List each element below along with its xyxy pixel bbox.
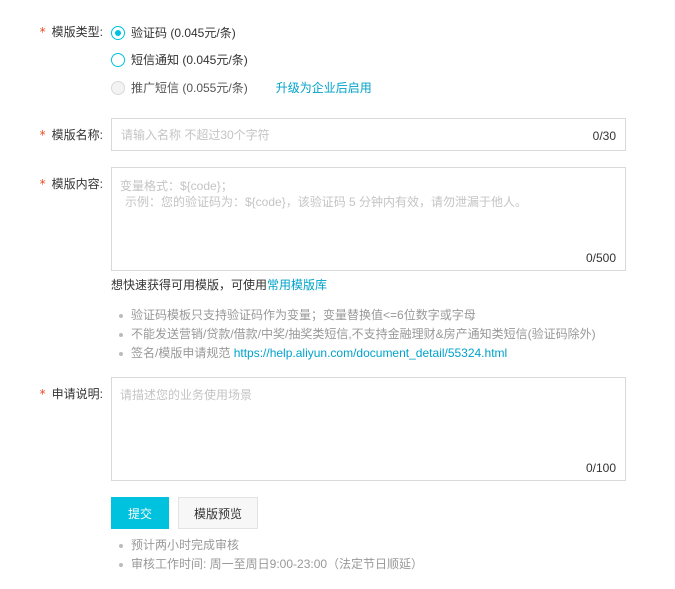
required-star: * xyxy=(39,177,46,191)
note-item-spec: 签名/模版申请规范 https://help.aliyun.com/docume… xyxy=(119,344,596,363)
radio-disabled-icon xyxy=(111,81,125,95)
preview-button[interactable]: 模版预览 xyxy=(178,497,258,529)
template-content-label-text: 模版内容: xyxy=(51,177,103,191)
note-item: 验证码模板只支持验证码作为变量；变量替换值<=6位数字或字母 xyxy=(119,306,596,325)
required-star: * xyxy=(39,387,46,401)
review-notes: 预计两小时完成审核 审核工作时间: 周一至周日9:00-23:00（法定节日顺延… xyxy=(119,536,423,574)
template-type-label-text: 模版类型: xyxy=(51,25,103,39)
template-name-label: * 模版名称: xyxy=(0,127,103,143)
note-item: 审核工作时间: 周一至周日9:00-23:00（法定节日顺延） xyxy=(119,555,423,574)
required-star: * xyxy=(39,128,46,142)
template-content-placeholder-line2: 示例：您的验证码为：${code}，该验证码 5 分钟内有效，请勿泄漏于他人。 xyxy=(125,195,528,209)
application-note-placeholder: 请描述您的业务使用场景 xyxy=(120,388,253,402)
template-content-label: * 模版内容: xyxy=(0,176,103,192)
template-content-notes: 验证码模板只支持验证码作为变量；变量替换值<=6位数字或字母 不能发送营销/贷款… xyxy=(119,306,596,363)
upgrade-link[interactable]: 升级为企业后启用 xyxy=(276,79,372,97)
template-name-label-text: 模版名称: xyxy=(51,128,103,142)
note-item: 预计两小时完成审核 xyxy=(119,536,423,555)
hint-text: 想快速获得可用模版，可使用 xyxy=(111,278,268,292)
application-note-counter: 0/100 xyxy=(585,461,616,475)
template-type-label: * 模版类型: xyxy=(0,24,103,40)
application-note-textarea[interactable]: 请描述您的业务使用场景 0/100 xyxy=(111,377,626,481)
radio-label: 推广短信 (0.055元/条) xyxy=(131,81,248,95)
application-note-label-text: 申请说明: xyxy=(51,387,103,401)
required-star: * xyxy=(39,25,46,39)
note-item: 不能发送营销/贷款/借款/中奖/抽奖类短信,不支持金融理财&房产通知类短信(验证… xyxy=(119,325,596,344)
spec-link[interactable]: https://help.aliyun.com/document_detail/… xyxy=(234,346,508,360)
radio-sms-notification[interactable]: 短信通知 (0.045元/条) xyxy=(111,51,248,69)
radio-unchecked-icon[interactable] xyxy=(111,53,125,67)
radio-verification-code[interactable]: 验证码 (0.045元/条) xyxy=(111,24,236,42)
template-library-link[interactable]: 常用模版库 xyxy=(267,278,327,292)
template-library-hint: 想快速获得可用模版，可使用常用模版库 xyxy=(111,277,327,293)
template-content-counter: 0/500 xyxy=(585,251,616,265)
radio-label: 短信通知 (0.045元/条) xyxy=(131,53,248,67)
radio-checked-icon[interactable] xyxy=(111,26,125,40)
template-name-placeholder: 请输入名称 不超过30个字符 xyxy=(121,128,270,142)
radio-promotional-sms: 推广短信 (0.055元/条) 升级为企业后启用 xyxy=(111,79,372,97)
template-content-textarea[interactable]: 变量格式：${code}； 示例：您的验证码为：${code}，该验证码 5 分… xyxy=(111,167,626,271)
template-name-input[interactable]: 请输入名称 不超过30个字符 0/30 xyxy=(111,118,626,151)
template-name-counter: 0/30 xyxy=(592,129,616,143)
application-note-label: * 申请说明: xyxy=(0,386,103,402)
spec-prefix: 签名/模版申请规范 xyxy=(131,346,231,360)
radio-label: 验证码 (0.045元/条) xyxy=(131,26,236,40)
submit-button[interactable]: 提交 xyxy=(111,497,169,529)
